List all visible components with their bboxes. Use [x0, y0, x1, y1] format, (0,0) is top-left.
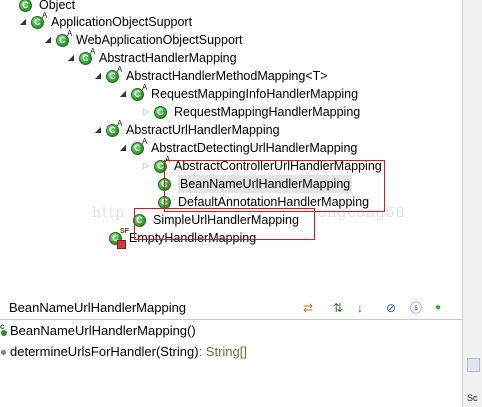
abstract-class-icon: CA [31, 11, 47, 29]
hide-static-icon[interactable]: ⓢ [408, 300, 424, 316]
member-name: BeanNameUrlHandlerMapping() [10, 322, 196, 338]
abstract-class-icon: CA [106, 65, 122, 83]
node-label: EmptyHandlerMapping [129, 231, 257, 245]
node-label: AbstractHandlerMethodMapping<T> [126, 69, 328, 83]
tree-node-simple-url-handler-mapping[interactable]: C SimpleUrlHandlerMapping [120, 211, 299, 229]
collapse-toggle[interactable]: ◢ [118, 139, 128, 157]
constructor-icon: c [0, 321, 9, 339]
class-icon: C [133, 213, 147, 227]
tree-node-abstract-handler-mapping[interactable]: ◢ CA AbstractHandlerMapping [66, 47, 237, 67]
hide-fields-icon[interactable]: ⊘ [383, 300, 399, 316]
watermark-left: http [92, 205, 126, 221]
collapse-toggle[interactable]: ◢ [93, 121, 103, 139]
watermark-right: ongcong68 [318, 205, 406, 221]
class-icon: C [154, 105, 168, 119]
expand-toggle[interactable] [6, 0, 16, 14]
abstract-class-icon: CA [79, 47, 95, 65]
tree-node-abstract-controller-url-handler-mapping[interactable]: ▷ CA AbstractControllerUrlHandlerMapping [141, 155, 382, 175]
abstract-class-icon: CA [56, 29, 72, 47]
node-label: BeanNameUrlHandlerMapping [178, 175, 353, 193]
node-label: WebApplicationObjectSupport [76, 33, 243, 47]
abstract-class-icon: CA [154, 155, 170, 173]
tree-node-object[interactable]: C Object [6, 0, 75, 14]
static-final-class-icon: C SF [109, 228, 129, 249]
minimized-view-icon[interactable] [467, 358, 480, 372]
collapse-toggle[interactable]: ◢ [43, 31, 53, 49]
tree-node-abstract-url-handler-mapping[interactable]: ◢ CA AbstractUrlHandlerMapping [93, 119, 280, 139]
tree-node-request-mapping-handler-mapping[interactable]: ▷ C RequestMappingHandlerMapping [141, 103, 360, 121]
node-label: RequestMappingHandlerMapping [174, 105, 361, 119]
member-constructor[interactable]: c BeanNameUrlHandlerMapping() [0, 321, 196, 339]
abstract-class-icon: CA [131, 83, 147, 101]
expand-toggle[interactable]: ▷ [141, 103, 151, 121]
node-label: AbstractUrlHandlerMapping [126, 123, 280, 137]
tree-node-abstract-handler-method-mapping[interactable]: ◢ CA AbstractHandlerMethodMapping<T> [93, 65, 328, 85]
node-label: SimpleUrlHandlerMapping [153, 213, 299, 227]
node-label: RequestMappingInfoHandlerMapping [151, 87, 359, 101]
node-label: AbstractControllerUrlHandlerMapping [174, 159, 382, 173]
tree-node-application-object-support[interactable]: ◢ CA ApplicationObjectSupport [18, 11, 192, 31]
member-return-type: : String[] [198, 343, 247, 359]
abstract-class-icon: CA [106, 119, 122, 137]
member-method[interactable]: determineUrlsForHandler(String) : String… [0, 342, 247, 360]
type-hierarchy-tree: C Object ◢ CA ApplicationObjectSupport ◢… [0, 0, 470, 290]
tree-node-bean-name-url-handler-mapping[interactable]: C BeanNameUrlHandlerMapping [145, 175, 353, 193]
expand-toggle[interactable] [145, 193, 155, 211]
collapse-toggle[interactable]: ◢ [118, 85, 128, 103]
tree-node-abstract-detecting-url-handler-mapping[interactable]: ◢ CA AbstractDetectingUrlHandlerMapping [118, 137, 358, 157]
collapse-toggle[interactable]: ◢ [18, 13, 28, 31]
member-name: determineUrlsForHandler(String) [10, 343, 199, 359]
expand-toggle[interactable] [96, 229, 106, 247]
tree-node-request-mapping-info-handler-mapping[interactable]: ◢ CA RequestMappingInfoHandlerMapping [118, 83, 359, 103]
tree-node-web-application-object-support[interactable]: ◢ CA WebApplicationObjectSupport [43, 29, 243, 49]
expand-toggle[interactable] [145, 175, 155, 193]
node-label: AbstractDetectingUrlHandlerMapping [151, 141, 358, 155]
class-icon: C [158, 177, 172, 191]
abstract-class-icon: CA [131, 137, 147, 155]
side-strip-label: Sc [467, 393, 478, 403]
method-icon [0, 342, 9, 360]
class-icon: C [19, 0, 33, 12]
right-side-strip: Sc [462, 0, 482, 407]
collapse-toggle[interactable]: ◢ [66, 49, 76, 67]
class-icon: C [158, 195, 172, 209]
collapse-toggle[interactable]: ◢ [93, 67, 103, 85]
tree-node-empty-handler-mapping[interactable]: C SF EmptyHandlerMapping [96, 228, 257, 249]
hide-nonpublic-icon[interactable]: ● [430, 300, 446, 316]
lock-view-icon[interactable]: ⇄ [300, 300, 316, 316]
show-hierarchy-icon[interactable]: ⇅ [330, 300, 346, 316]
members-panel-divider [0, 319, 463, 320]
sort-icon[interactable]: ↓ [352, 300, 368, 316]
expand-toggle[interactable]: ▷ [141, 157, 151, 175]
members-panel-title: BeanNameUrlHandlerMapping [9, 300, 187, 315]
